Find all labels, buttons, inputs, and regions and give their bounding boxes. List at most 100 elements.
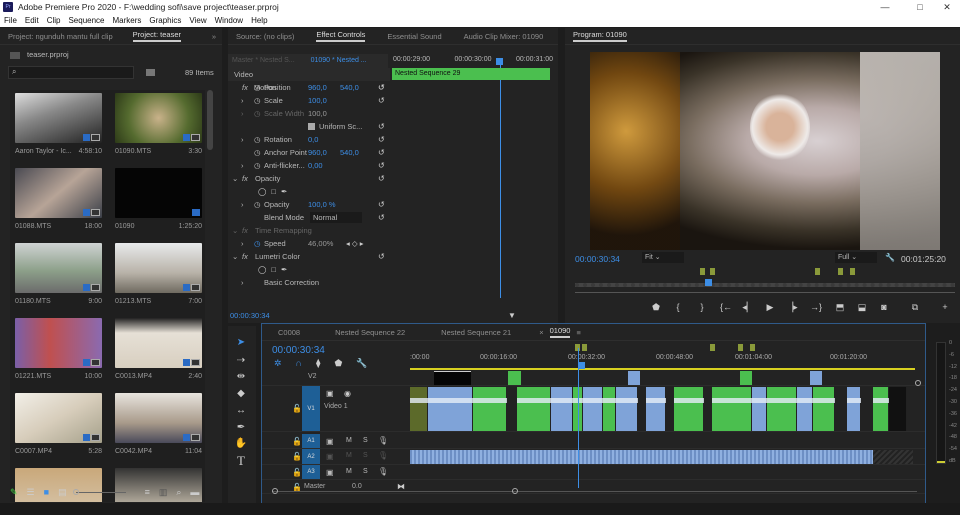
project-item[interactable]: 01088.MTS 18:00 bbox=[15, 168, 102, 238]
compare-view-icon[interactable]: ⧉ bbox=[895, 302, 935, 313]
step-forward-icon[interactable]: ▕▸ bbox=[781, 302, 803, 313]
prop-uniform-scale[interactable]: Uniform Sc... ↺ bbox=[228, 120, 390, 133]
go-to-in-icon[interactable]: {← bbox=[715, 302, 737, 313]
mark-out-icon[interactable]: } bbox=[689, 302, 715, 313]
stopwatch-icon[interactable]: ◷ bbox=[254, 133, 261, 146]
track-target-a1[interactable]: A1 bbox=[302, 434, 320, 448]
track-target-a2[interactable]: A2 bbox=[302, 449, 320, 464]
ec-clip-bar[interactable]: Nested Sequence 29 bbox=[392, 68, 550, 80]
mute-button[interactable]: M bbox=[346, 452, 352, 459]
project-item[interactable]: C0013.MP4 2:40 bbox=[115, 318, 202, 388]
video-clip[interactable] bbox=[861, 387, 873, 431]
prop-opacity-section[interactable]: ⌄ fx Opacity ↺ bbox=[228, 172, 390, 185]
selection-tool-icon[interactable]: ➤ bbox=[234, 336, 248, 350]
video-clip[interactable] bbox=[835, 387, 847, 431]
sequence-marker[interactable] bbox=[700, 268, 705, 275]
property-value[interactable]: 0,00 bbox=[308, 159, 323, 172]
pen-tool-icon[interactable]: ✒ bbox=[234, 421, 248, 435]
reset-icon[interactable]: ↺ bbox=[378, 172, 385, 185]
zoom-slider[interactable] bbox=[72, 488, 126, 495]
menu-edit[interactable]: Edit bbox=[25, 14, 39, 27]
video-clip[interactable] bbox=[638, 387, 646, 431]
sort-icon[interactable]: ≡ bbox=[145, 487, 150, 497]
video-clip[interactable] bbox=[666, 387, 674, 431]
audio-clip-a2[interactable] bbox=[410, 450, 873, 464]
go-to-out-icon[interactable]: →} bbox=[803, 302, 829, 313]
extract-icon[interactable]: ⬓ bbox=[851, 302, 873, 313]
prop-speed[interactable]: › ◷ Speed 46,00% ◂ ◇ ▸ bbox=[228, 237, 390, 250]
clip-thumbnail[interactable] bbox=[115, 243, 202, 293]
rectangle-mask-icon[interactable]: □ bbox=[271, 265, 281, 274]
clip-thumbnail[interactable] bbox=[15, 318, 102, 368]
expand-chevron-icon[interactable]: › bbox=[241, 107, 244, 120]
reset-icon[interactable]: ↺ bbox=[378, 198, 385, 211]
reset-icon[interactable]: ↺ bbox=[378, 94, 385, 107]
video-clip[interactable] bbox=[674, 387, 704, 431]
stopwatch-icon[interactable]: ◷ bbox=[254, 107, 261, 120]
menu-graphics[interactable]: Graphics bbox=[149, 14, 181, 27]
scroll-handle-left[interactable] bbox=[272, 488, 278, 494]
v2-clip[interactable] bbox=[628, 371, 640, 385]
export-frame-icon[interactable]: ◙ bbox=[873, 302, 895, 313]
prop-time-remapping[interactable]: ⌄ fx Time Remapping bbox=[228, 224, 390, 237]
ec-playhead[interactable] bbox=[496, 58, 503, 65]
ripple-edit-tool-icon[interactable]: ⇹ bbox=[234, 370, 248, 384]
project-item[interactable]: Aaron Taylor - Ic... 4:58:10 bbox=[15, 93, 102, 163]
collapse-chevron-icon[interactable]: ⌄ bbox=[232, 250, 238, 263]
track-select-tool-icon[interactable]: ⇢ bbox=[234, 354, 248, 368]
resolution-select[interactable]: Full ⌄ bbox=[835, 252, 877, 263]
prop-rotation[interactable]: › ◷ Rotation 0,0 ↺ bbox=[228, 133, 390, 146]
prop-anchor-point[interactable]: ◷ Anchor Point 960,0 540,0 ↺ bbox=[228, 146, 390, 159]
rectangle-mask-icon[interactable]: □ bbox=[271, 187, 281, 196]
clip-thumbnail[interactable] bbox=[15, 168, 102, 218]
voice-over-icon[interactable]: 🎙 bbox=[378, 451, 388, 460]
property-value[interactable]: 100,0 % bbox=[308, 198, 336, 211]
video-clip[interactable] bbox=[712, 387, 752, 431]
icon-view-icon[interactable]: ■ bbox=[44, 487, 49, 497]
sync-lock-icon[interactable]: ▣ bbox=[326, 437, 334, 446]
hand-tool-icon[interactable]: ✋ bbox=[234, 437, 248, 451]
clip-thumbnail[interactable] bbox=[15, 93, 102, 143]
timeline-ruler[interactable]: :00:00 00:00:16:00 00:00:32:00 00:00:48:00 0… bbox=[410, 344, 915, 370]
solo-button[interactable]: S bbox=[363, 468, 368, 475]
video-clip[interactable] bbox=[517, 387, 551, 431]
v2-clip[interactable] bbox=[508, 371, 521, 385]
sequence-marker[interactable] bbox=[815, 268, 820, 275]
clip-thumbnail[interactable] bbox=[115, 393, 202, 443]
program-video-frame[interactable] bbox=[590, 52, 940, 250]
uniform-scale-checkbox[interactable] bbox=[308, 123, 315, 130]
pen-mask-icon[interactable]: ✒ bbox=[281, 187, 292, 196]
tab-nested-21[interactable]: Nested Sequence 21 bbox=[441, 328, 511, 337]
lift-icon[interactable]: ⬒ bbox=[829, 302, 851, 313]
clip-thumbnail[interactable] bbox=[115, 93, 202, 143]
timeline-marker[interactable] bbox=[582, 344, 587, 351]
video-clip[interactable] bbox=[583, 387, 603, 431]
tab-nested-22[interactable]: Nested Sequence 22 bbox=[335, 328, 405, 337]
project-item[interactable]: 01213.MTS 7:00 bbox=[115, 243, 202, 313]
video-clip[interactable] bbox=[704, 387, 712, 431]
expand-chevron-icon[interactable]: › bbox=[241, 198, 244, 211]
tab-effect-controls[interactable]: Effect Controls bbox=[316, 30, 366, 42]
keyframe-nav-icon[interactable]: ◂ ◇ ▸ bbox=[346, 237, 363, 250]
eye-icon[interactable]: ◉ bbox=[344, 389, 351, 398]
project-item[interactable]: C0007.MP4 5:28 bbox=[15, 393, 102, 463]
filter-icon[interactable]: ▼ bbox=[508, 311, 516, 320]
close-tab-icon[interactable]: × bbox=[539, 328, 543, 337]
video-clip[interactable] bbox=[646, 387, 666, 431]
property-value[interactable]: 960,0 bbox=[308, 146, 327, 159]
tab-c0008[interactable]: C0008 bbox=[278, 328, 300, 337]
reset-icon[interactable]: ↺ bbox=[378, 133, 385, 146]
expand-chevron-icon[interactable]: › bbox=[241, 276, 244, 289]
project-item[interactable]: 01180.MTS 9:00 bbox=[15, 243, 102, 313]
tab-source[interactable]: Source: (no clips) bbox=[236, 32, 294, 41]
prop-scale[interactable]: › ◷ Scale 100,0 ↺ bbox=[228, 94, 390, 107]
property-value[interactable]: 100,0 bbox=[308, 94, 327, 107]
new-bin-icon[interactable] bbox=[146, 69, 155, 76]
freeform-view-icon[interactable]: ▤ bbox=[58, 487, 67, 498]
add-marker-icon[interactable]: ⬟ bbox=[645, 302, 667, 313]
tab-project-ngunduh[interactable]: Project: ngunduh mantu full clip bbox=[8, 32, 113, 41]
nest-toggle-icon[interactable]: ✲ bbox=[274, 358, 282, 369]
video-clip[interactable] bbox=[752, 387, 767, 431]
voice-over-icon[interactable]: 🎙 bbox=[378, 436, 388, 445]
lock-icon[interactable]: 🔓 bbox=[292, 452, 302, 461]
